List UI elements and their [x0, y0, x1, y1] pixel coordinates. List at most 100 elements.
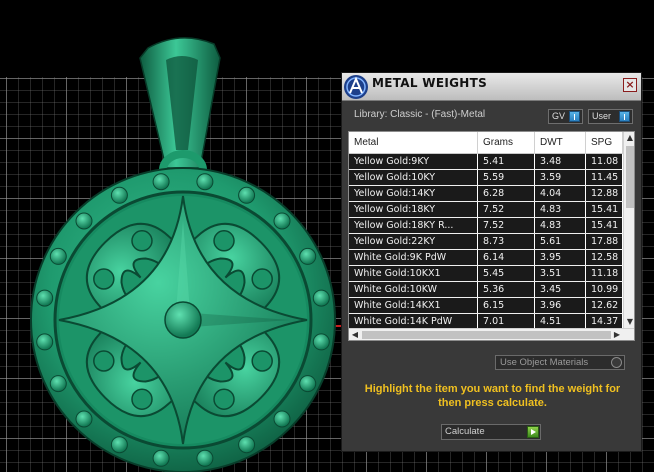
calculate-label: Calculate — [445, 426, 485, 437]
cell-spg: 17.88 — [586, 234, 623, 249]
cell-dwt: 4.04 — [535, 186, 586, 201]
cell-spg: 12.88 — [586, 186, 623, 201]
table-row[interactable]: White Gold:14KX1 6.15 3.96 12.62 — [349, 298, 623, 314]
cell-grams: 7.52 — [478, 202, 535, 217]
cell-metal: White Gold:14K PdW — [349, 314, 478, 329]
cell-grams: 6.15 — [478, 298, 535, 313]
cell-metal: Yellow Gold:22KY — [349, 234, 478, 249]
cell-dwt: 3.51 — [535, 266, 586, 281]
column-header-grams[interactable]: Grams — [478, 132, 535, 154]
pendant-bead — [299, 247, 317, 265]
cell-grams: 7.01 — [478, 314, 535, 329]
cell-spg: 12.58 — [586, 250, 623, 265]
cell-metal: Yellow Gold:9KY — [349, 154, 478, 169]
pendant-bead — [49, 375, 67, 393]
cell-dwt: 3.59 — [535, 170, 586, 185]
cell-spg: 11.18 — [586, 266, 623, 281]
column-header-spg[interactable]: SPG — [586, 132, 623, 154]
table-row[interactable]: Yellow Gold:18KY R... 7.52 4.83 15.41 — [349, 218, 623, 234]
user-toggle-label: User — [592, 111, 612, 121]
toggle-knob-icon — [619, 111, 630, 122]
pendant-bead — [152, 173, 170, 191]
cell-dwt: 3.45 — [535, 282, 586, 297]
radio-icon[interactable] — [611, 357, 622, 368]
scroll-right-icon[interactable]: ▶ — [611, 329, 623, 340]
pendant-bead — [49, 247, 67, 265]
table-body: Yellow Gold:9KY 5.41 3.48 11.08 Yellow Gold:… — [349, 154, 623, 330]
cell-dwt: 3.95 — [535, 250, 586, 265]
cell-metal: Yellow Gold:10KY — [349, 170, 478, 185]
scroll-left-icon[interactable]: ◀ — [349, 329, 361, 340]
pendant-bead — [273, 212, 291, 230]
calculate-button[interactable]: Calculate — [441, 424, 541, 440]
cell-dwt: 4.83 — [535, 218, 586, 233]
metal-weights-panel: METAL WEIGHTS × Library: Classic - (Fast… — [341, 72, 642, 452]
toggle-knob-icon — [569, 111, 580, 122]
cell-grams: 5.36 — [478, 282, 535, 297]
pendant-bead — [238, 436, 256, 454]
pendant-center-bead — [164, 301, 202, 339]
scroll-down-icon[interactable]: ▼ — [624, 316, 634, 328]
scroll-thumb[interactable] — [626, 146, 634, 208]
library-label: Library: Classic - (Fast)-Metal — [354, 109, 486, 120]
cell-spg: 11.08 — [586, 154, 623, 169]
table-row[interactable]: Yellow Gold:18KY 7.52 4.83 15.41 — [349, 202, 623, 218]
cell-metal: Yellow Gold:18KY R... — [349, 218, 478, 233]
use-object-materials-option[interactable]: Use Object Materials — [495, 355, 625, 370]
cell-spg: 11.45 — [586, 170, 623, 185]
panel-titlebar[interactable]: METAL WEIGHTS × — [342, 73, 641, 101]
cell-spg: 15.41 — [586, 202, 623, 217]
cell-metal: White Gold:10KW — [349, 282, 478, 297]
pendant-bead — [110, 436, 128, 454]
cell-spg: 15.41 — [586, 218, 623, 233]
pendant-bead — [75, 410, 93, 428]
column-header-metal[interactable]: Metal — [349, 132, 478, 154]
table-row[interactable]: Yellow Gold:22KY 8.73 5.61 17.88 — [349, 234, 623, 250]
cell-grams: 6.28 — [478, 186, 535, 201]
pendant-bead — [75, 212, 93, 230]
panel-title: METAL WEIGHTS — [372, 76, 488, 90]
pendant-bead — [152, 449, 170, 467]
user-toggle[interactable]: User — [588, 109, 633, 124]
table-header: Metal Grams DWT SPG — [349, 132, 623, 154]
cell-metal: White Gold:14KX1 — [349, 298, 478, 313]
cell-grams: 6.14 — [478, 250, 535, 265]
horizontal-scrollbar[interactable]: ◀ ▶ — [349, 328, 634, 340]
scroll-thumb[interactable] — [362, 331, 611, 339]
table-row[interactable]: White Gold:10KW 5.36 3.45 10.99 — [349, 282, 623, 298]
pendant-bead — [36, 333, 54, 351]
table-row[interactable]: White Gold:9K PdW 6.14 3.95 12.58 — [349, 250, 623, 266]
cell-metal: White Gold:9K PdW — [349, 250, 478, 265]
gv-toggle[interactable]: GV — [548, 109, 583, 124]
cell-metal: Yellow Gold:14KY — [349, 186, 478, 201]
cell-grams: 7.52 — [478, 218, 535, 233]
play-arrow-icon — [527, 426, 539, 438]
use-object-materials-label: Use Object Materials — [500, 357, 589, 368]
table-row[interactable]: White Gold:10KX1 5.45 3.51 11.18 — [349, 266, 623, 282]
table-row[interactable]: Yellow Gold:14KY 6.28 4.04 12.88 — [349, 186, 623, 202]
pendant-bead — [299, 375, 317, 393]
table-row[interactable]: Yellow Gold:10KY 5.59 3.59 11.45 — [349, 170, 623, 186]
cell-grams: 5.41 — [478, 154, 535, 169]
pendant-bead — [110, 186, 128, 204]
pendant-bead — [196, 449, 214, 467]
cell-dwt: 4.83 — [535, 202, 586, 217]
cell-spg: 12.62 — [586, 298, 623, 313]
pendant-bead — [196, 173, 214, 191]
instruction-text: Highlight the item you want to find the … — [364, 383, 621, 409]
close-button[interactable]: × — [623, 78, 637, 92]
cell-grams: 8.73 — [478, 234, 535, 249]
pendant-bead — [312, 289, 330, 307]
cell-spg: 14.37 — [586, 314, 623, 329]
app-logo-icon — [344, 75, 368, 99]
pendant-bead — [312, 333, 330, 351]
cell-dwt: 4.51 — [535, 314, 586, 329]
pendant-bead — [238, 186, 256, 204]
vertical-scrollbar[interactable]: ▲ ▼ — [623, 132, 634, 328]
table-row[interactable]: Yellow Gold:9KY 5.41 3.48 11.08 — [349, 154, 623, 170]
cell-spg: 10.99 — [586, 282, 623, 297]
cell-metal: White Gold:10KX1 — [349, 266, 478, 281]
column-header-dwt[interactable]: DWT — [535, 132, 586, 154]
scroll-up-icon[interactable]: ▲ — [624, 132, 634, 144]
metal-weights-table[interactable]: Metal Grams DWT SPG Yellow Gold:9KY 5.41 3… — [348, 131, 635, 341]
